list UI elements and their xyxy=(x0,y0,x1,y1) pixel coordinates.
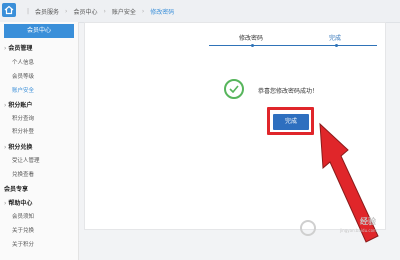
watermark-logo: 经验 jingyan.baidu.com xyxy=(300,214,400,254)
watermark-title: 经验 xyxy=(360,217,376,226)
watermark-subtitle: jingyan.baidu.com xyxy=(340,228,377,233)
watermark-mark-icon xyxy=(300,220,316,236)
